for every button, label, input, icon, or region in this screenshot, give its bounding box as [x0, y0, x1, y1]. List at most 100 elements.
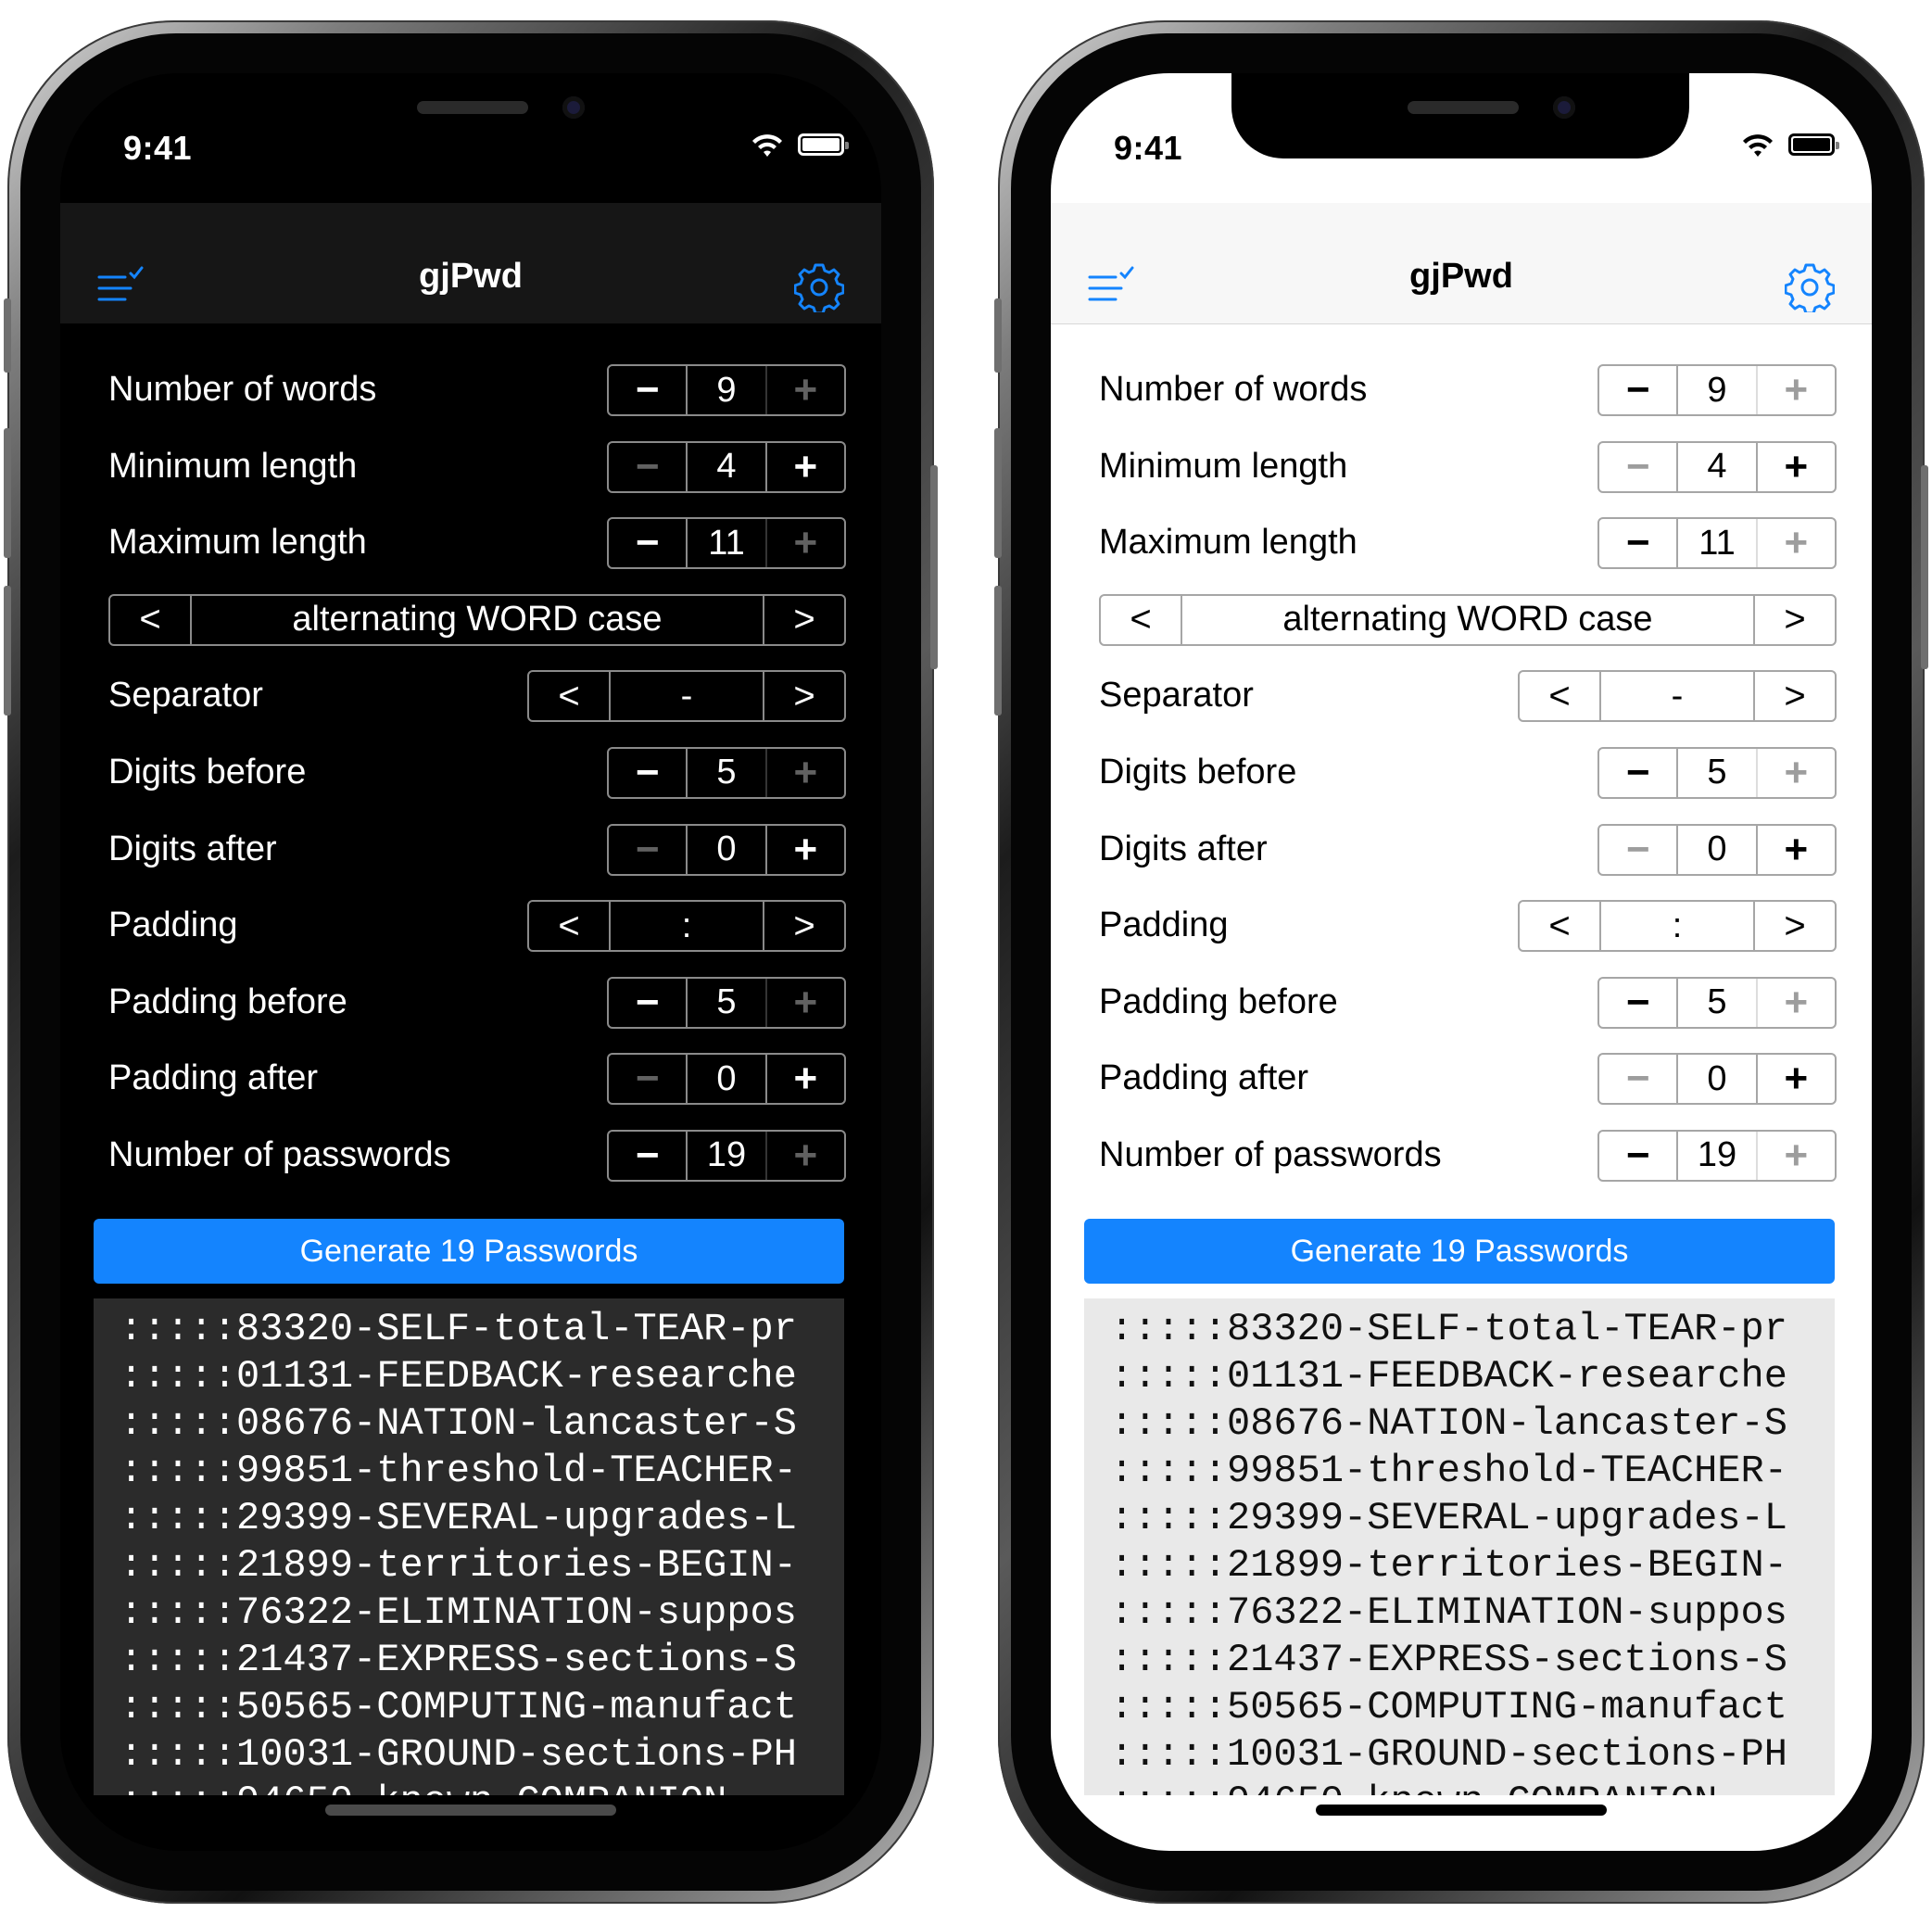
increment-button[interactable]: + [1755, 1055, 1835, 1104]
padding-after-stepper[interactable]: − 0 + [607, 1053, 846, 1106]
padding-selector[interactable]: < : > [527, 900, 846, 953]
password-line[interactable]: :::::83320-SELF-total-TEAR-pr [94, 1306, 844, 1353]
password-line[interactable]: :::::08676-NATION-lancaster-S [1084, 1400, 1835, 1448]
separator-selector[interactable]: < - > [527, 670, 846, 723]
speaker-grille [1408, 101, 1519, 114]
increment-button[interactable]: + [764, 1055, 844, 1104]
password-line[interactable]: :::::76322-ELIMINATION-suppos [1084, 1589, 1835, 1637]
previous-button[interactable]: < [1520, 672, 1599, 720]
previous-button[interactable]: < [110, 596, 190, 644]
password-line[interactable]: :::::94650-known-COMPANION- [1084, 1779, 1835, 1795]
increment-button[interactable]: + [764, 1131, 844, 1180]
next-button[interactable]: > [764, 672, 844, 720]
previous-button[interactable]: < [1101, 596, 1181, 644]
increment-button[interactable]: + [764, 978, 844, 1027]
increment-button[interactable]: + [1755, 519, 1835, 568]
wifi-icon [752, 134, 782, 157]
minimum-length-stepper[interactable]: − 4 + [607, 440, 846, 493]
decrement-button[interactable]: − [1599, 749, 1676, 797]
increment-button[interactable]: + [1755, 748, 1835, 797]
decrement-button[interactable]: − [1599, 366, 1676, 414]
decrement-button[interactable]: − [1599, 519, 1676, 567]
next-button[interactable]: > [1755, 596, 1835, 644]
password-line[interactable]: :::::10031-GROUND-sections-PH [1084, 1731, 1835, 1779]
next-button[interactable]: > [1755, 902, 1835, 950]
digits-before-stepper[interactable]: − 5 + [607, 746, 846, 799]
decrement-button[interactable]: − [609, 1055, 686, 1103]
password-line[interactable]: :::::21899-territories-BEGIN- [94, 1542, 844, 1589]
padding-selector[interactable]: < : > [1518, 900, 1837, 953]
increment-button[interactable]: + [1755, 825, 1835, 874]
password-output[interactable]: :::::83320-SELF-total-TEAR-pr :::::01131… [1084, 1298, 1835, 1795]
label: Separator [108, 676, 263, 716]
decrement-button[interactable]: − [609, 1132, 686, 1180]
gear-icon[interactable] [1785, 262, 1835, 312]
password-line[interactable]: :::::99851-threshold-TEACHER- [1084, 1448, 1835, 1495]
password-line[interactable]: :::::01131-FEEDBACK-researche [94, 1353, 844, 1400]
decrement-button[interactable]: − [609, 366, 686, 414]
decrement-button[interactable]: − [1599, 1055, 1676, 1103]
increment-button[interactable]: + [1755, 366, 1835, 414]
label: Padding after [1099, 1058, 1309, 1098]
generate-passwords-button[interactable]: Generate 19 Passwords [1084, 1219, 1835, 1284]
minimum-length-stepper[interactable]: − 4 + [1597, 440, 1837, 493]
maximum-length-stepper[interactable]: − 11 + [1597, 517, 1837, 570]
increment-button[interactable]: + [1755, 442, 1835, 491]
password-line[interactable]: :::::21899-territories-BEGIN- [1084, 1542, 1835, 1589]
password-line[interactable]: :::::76322-ELIMINATION-suppos [94, 1589, 844, 1637]
password-line[interactable]: :::::50565-COMPUTING-manufact [94, 1684, 844, 1731]
increment-button[interactable]: + [764, 825, 844, 874]
decrement-button[interactable]: − [609, 826, 686, 874]
padding-before-stepper[interactable]: − 5 + [607, 976, 846, 1029]
separator-selector[interactable]: < - > [1518, 670, 1837, 723]
password-line[interactable]: :::::83320-SELF-total-TEAR-pr [1084, 1306, 1835, 1353]
number-of-words-stepper[interactable]: − 9 + [607, 364, 846, 416]
case-mode-selector[interactable]: < alternating WORD case > [108, 593, 846, 646]
digits-after-stepper[interactable]: − 0 + [1597, 823, 1837, 876]
number-of-passwords-stepper[interactable]: − 19 + [607, 1129, 846, 1182]
home-indicator[interactable] [325, 1805, 616, 1816]
password-line[interactable]: :::::99851-threshold-TEACHER- [94, 1448, 844, 1495]
password-line[interactable]: :::::08676-NATION-lancaster-S [94, 1400, 844, 1448]
number-of-passwords-stepper[interactable]: − 19 + [1597, 1129, 1837, 1182]
password-line[interactable]: :::::21437-EXPRESS-sections-S [94, 1637, 844, 1684]
increment-button[interactable]: + [1755, 1131, 1835, 1180]
increment-button[interactable]: + [764, 519, 844, 568]
increment-button[interactable]: + [764, 442, 844, 491]
password-line[interactable]: :::::21437-EXPRESS-sections-S [1084, 1637, 1835, 1684]
password-output[interactable]: :::::83320-SELF-total-TEAR-pr :::::01131… [94, 1298, 844, 1795]
increment-button[interactable]: + [764, 366, 844, 414]
decrement-button[interactable]: − [1599, 1132, 1676, 1180]
previous-button[interactable]: < [529, 902, 609, 950]
number-of-words-stepper[interactable]: − 9 + [1597, 364, 1837, 416]
previous-button[interactable]: < [1520, 902, 1599, 950]
next-button[interactable]: > [764, 902, 844, 950]
previous-button[interactable]: < [529, 672, 609, 720]
decrement-button[interactable]: − [609, 979, 686, 1027]
increment-button[interactable]: + [1755, 978, 1835, 1027]
password-line[interactable]: :::::50565-COMPUTING-manufact [1084, 1684, 1835, 1731]
digits-after-stepper[interactable]: − 0 + [607, 823, 846, 876]
gear-icon[interactable] [794, 262, 844, 312]
next-button[interactable]: > [1755, 672, 1835, 720]
generate-passwords-button[interactable]: Generate 19 Passwords [94, 1219, 844, 1284]
password-line[interactable]: :::::10031-GROUND-sections-PH [94, 1731, 844, 1779]
decrement-button[interactable]: − [1599, 826, 1676, 874]
case-mode-selector[interactable]: < alternating WORD case > [1099, 593, 1837, 646]
padding-after-stepper[interactable]: − 0 + [1597, 1053, 1837, 1106]
decrement-button[interactable]: − [1599, 443, 1676, 491]
decrement-button[interactable]: − [609, 519, 686, 567]
decrement-button[interactable]: − [609, 749, 686, 797]
next-button[interactable]: > [764, 596, 844, 644]
password-line[interactable]: :::::29399-SEVERAL-upgrades-L [94, 1495, 844, 1542]
padding-before-stepper[interactable]: − 5 + [1597, 976, 1837, 1029]
digits-before-stepper[interactable]: − 5 + [1597, 746, 1837, 799]
password-line[interactable]: :::::01131-FEEDBACK-researche [1084, 1353, 1835, 1400]
increment-button[interactable]: + [764, 748, 844, 797]
password-line[interactable]: :::::29399-SEVERAL-upgrades-L [1084, 1495, 1835, 1542]
maximum-length-stepper[interactable]: − 11 + [607, 517, 846, 570]
decrement-button[interactable]: − [609, 443, 686, 491]
decrement-button[interactable]: − [1599, 979, 1676, 1027]
home-indicator[interactable] [1316, 1805, 1607, 1816]
password-line[interactable]: :::::94650-known-COMPANION- [94, 1779, 844, 1795]
